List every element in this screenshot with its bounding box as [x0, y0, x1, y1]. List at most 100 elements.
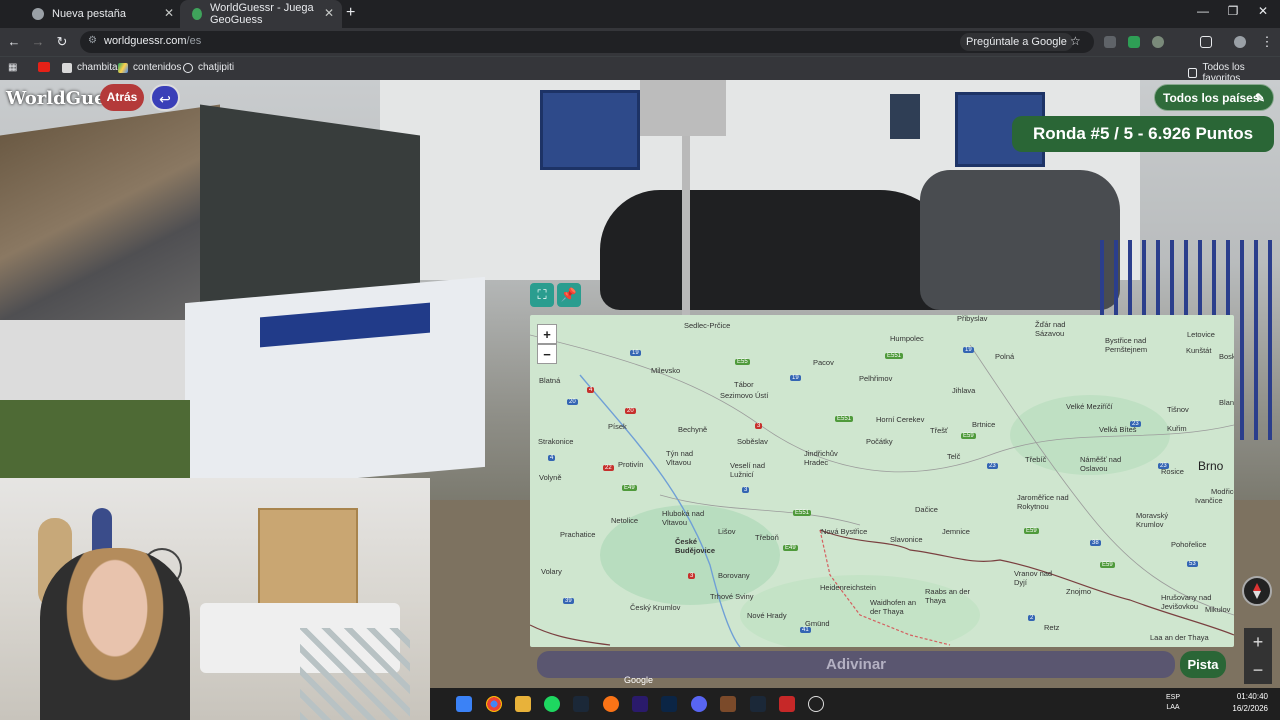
map-place-label: Pohořelice [1171, 540, 1207, 549]
map-place-label: Třeboň [755, 533, 779, 542]
site-info-icon[interactable]: ⚙ [88, 35, 97, 46]
map-zoom-in-button[interactable]: + [537, 324, 557, 344]
map-place-label: Brno [1198, 459, 1224, 473]
window-close-icon[interactable]: ✕ [1248, 4, 1278, 18]
bookmark-chatjipiti[interactable]: chatjipiti [183, 62, 234, 73]
country-selector-button[interactable]: Todos los países ✎ [1154, 84, 1274, 111]
restore-icon[interactable]: ❐ [1218, 4, 1248, 18]
hint-button[interactable]: Pista [1180, 651, 1226, 678]
ask-google-button[interactable]: Pregúntale a Google [960, 33, 1073, 51]
extension-green-icon[interactable] [1128, 36, 1140, 48]
map-place-label: Sedlec-Prčice [684, 321, 731, 330]
chatgpt-taskbar-icon[interactable] [808, 696, 824, 712]
map-place-label: Český Krumlov [630, 603, 681, 612]
country-selector-label: Todos los países [1163, 91, 1260, 105]
map-place-label: Písek [608, 422, 627, 431]
map-place-label: Horní Cerekev [876, 415, 925, 424]
file-explorer-icon[interactable] [515, 696, 531, 712]
extensions-puzzle-icon[interactable] [1200, 36, 1212, 48]
map-place-label: Veselí nad Lužnicí [730, 461, 766, 479]
road-number-badge: 41 [800, 627, 811, 633]
grey-car [920, 170, 1120, 310]
map-place-label: Tábor [734, 380, 754, 389]
pin-map-icon[interactable]: 📌 [557, 283, 581, 307]
map-zoom-out-button[interactable]: − [537, 344, 557, 364]
map-place-label: Waidhofen an der Thaya [870, 598, 917, 616]
map-place-label: Borovany [718, 571, 750, 580]
back-button[interactable]: Atrás [100, 84, 144, 111]
bookmark-chambita[interactable]: chambita [62, 62, 118, 73]
map-place-label: Retz [1044, 623, 1060, 632]
premiere-icon[interactable] [632, 696, 648, 712]
tab-worldguessr[interactable]: WorldGuessr - Juega GeoGuess ✕ [180, 0, 342, 28]
map-place-label: Dačice [915, 505, 938, 514]
person [40, 548, 190, 720]
new-tab-icon[interactable]: + [346, 4, 355, 22]
road-number-badge: E59 [1024, 528, 1039, 534]
road-number-badge: 20 [625, 408, 636, 414]
bookmark-star-icon[interactable]: ☆ [1070, 34, 1081, 48]
app-orange-icon[interactable] [603, 696, 619, 712]
compass-icon[interactable] [1242, 576, 1272, 606]
google-watermark: Google [624, 675, 654, 685]
guess-map[interactable]: Sedlec-Prčice Humpolec Přibyslav Žďár na… [530, 315, 1234, 647]
tab-new-tab[interactable]: Nueva pestaña ✕ [20, 0, 182, 28]
map-place-label: Kuřim [1167, 424, 1187, 433]
spotify-icon[interactable] [544, 696, 560, 712]
youtube-icon [38, 62, 50, 72]
expand-map-icon[interactable]: ⛶ [530, 283, 554, 307]
street-view-zoom-out-button[interactable]: − [1244, 656, 1272, 684]
road-number-badge: 3 [688, 573, 696, 579]
map-place-label: Mikulov [1205, 605, 1231, 614]
extension-icon[interactable] [1152, 36, 1164, 48]
map-place-label: Znojmo [1066, 587, 1092, 596]
reload-icon[interactable]: ↻ [53, 34, 71, 50]
app-brown-icon[interactable] [720, 696, 736, 712]
minimize-icon[interactable]: — [1188, 4, 1218, 18]
map-place-label: Sezimovo Ústí [720, 391, 769, 400]
map-place-label: Blansko [1219, 398, 1234, 407]
map-place-label: Jindřichův Hradec [804, 449, 838, 467]
return-arrow-icon[interactable]: ↩ [150, 84, 180, 111]
address-bar[interactable]: ⚙ worldguessr.com/es Pregúntale a Google… [80, 31, 1094, 53]
url-host: worldguessr.com [104, 35, 187, 47]
map-place-label: Lišov [718, 527, 736, 536]
map-place-label: Ivančice [1195, 496, 1223, 505]
window [890, 94, 920, 139]
language-indicator[interactable]: ESP LAA [1166, 693, 1180, 713]
clock-time: 01:40:40 [1236, 692, 1268, 701]
road-number-badge: E49 [622, 485, 637, 491]
profile-avatar-icon[interactable] [1234, 36, 1246, 48]
steam-alt-icon[interactable] [750, 696, 766, 712]
windows-start-icon[interactable] [456, 696, 472, 712]
bookmark-youtube[interactable] [38, 62, 55, 72]
extension-reader-icon[interactable] [1104, 36, 1116, 48]
clock[interactable]: 01:40:40 16/2/2026 [1232, 691, 1268, 715]
road-number-badge: 3 [755, 423, 763, 429]
road-number-badge: E59 [961, 433, 976, 439]
photoshop-icon[interactable] [661, 696, 677, 712]
bookmark-label: contenidos [133, 62, 182, 73]
clock-date: 16/2/2026 [1232, 704, 1268, 713]
close-tab-icon[interactable]: ✕ [164, 6, 174, 20]
back-arrow-icon[interactable]: ← [5, 34, 23, 49]
bookmark-contenidos[interactable]: contenidos [118, 62, 181, 73]
round-score-banner: Ronda #5 / 5 - 6.926 Puntos [1012, 116, 1274, 152]
steam-icon[interactable] [573, 696, 589, 712]
apps-grid-icon[interactable]: ▦ [8, 62, 17, 73]
map-place-label: Netolice [611, 516, 639, 525]
app-red-icon[interactable] [779, 696, 795, 712]
chatgpt-icon [183, 62, 193, 73]
discord-icon[interactable] [691, 696, 707, 712]
map-place-label: Vranov nad Dyjí [1014, 569, 1053, 587]
close-tab-icon[interactable]: ✕ [324, 6, 334, 20]
more-menu-icon[interactable]: ⋮ [1258, 34, 1276, 50]
forward-arrow-icon[interactable]: → [29, 34, 47, 49]
chrome-taskbar-icon[interactable] [486, 696, 502, 712]
bookmarks-bar: ▦ chambita contenidos chatjipiti Todos l… [0, 56, 1280, 84]
street-view-zoom-in-button[interactable]: + [1244, 628, 1272, 656]
compass-needle [1253, 583, 1261, 599]
map-place-label: Strakonice [538, 437, 574, 446]
guess-button[interactable]: Adivinar [537, 651, 1175, 678]
chair [300, 628, 410, 720]
